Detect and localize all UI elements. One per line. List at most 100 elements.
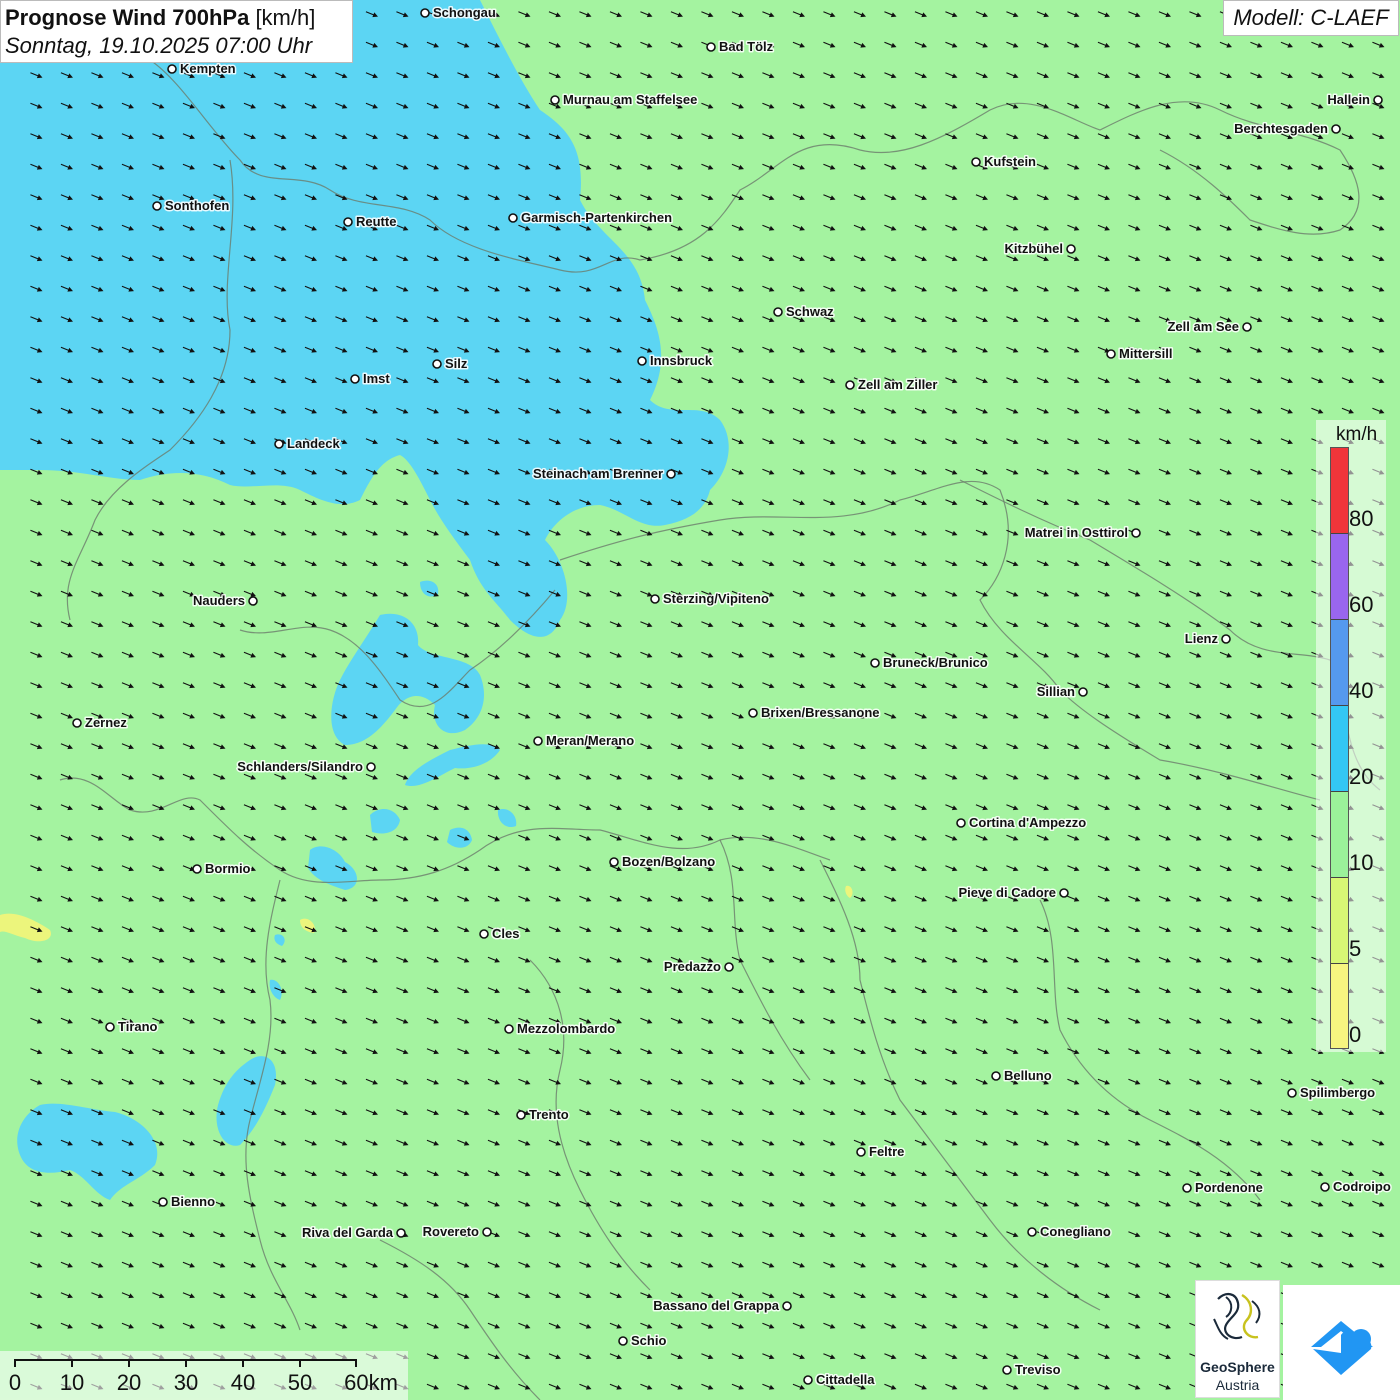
legend-tick-60: 60 [1349,592,1374,617]
city-label: Bruneck/Brunico [883,655,988,670]
city-label: Cittadella [816,1372,875,1387]
city-dot [666,469,676,479]
map-canvas[interactable]: Schongau Bad Tölz Kempten Murnau am Staffel… [0,0,1400,1400]
city-label: Bormio [205,861,251,876]
city-marker-steinach[interactable]: Steinach am Brenner [531,465,676,483]
city-marker-garmisch[interactable]: Garmisch-Partenkirchen [508,209,674,227]
city-dot [1287,1088,1297,1098]
city-label: Sonthofen [165,198,229,213]
city-marker-zell-am-see[interactable]: Zell am See [1166,318,1252,336]
city-marker-mezzolombardo[interactable]: Mezzolombardo [504,1020,617,1038]
city-dot [1131,528,1141,538]
app-logo-icon [1311,1321,1373,1375]
city-label: Schwaz [786,304,834,319]
city-label: Pieve di Cadore [958,885,1056,900]
city-label: Kitzbühel [1005,241,1064,256]
city-dot [343,217,353,227]
city-marker-conegliano[interactable]: Conegliano [1027,1223,1112,1241]
city-label: Zell am See [1167,319,1239,334]
city-dot [650,594,660,604]
city-marker-zell-am-ziller[interactable]: Zell am Ziller [845,376,939,394]
city-label: Feltre [869,1144,904,1159]
city-marker-innsbruck[interactable]: Innsbruck [637,352,714,370]
city-label: Mezzolombardo [517,1021,615,1036]
scale-label: 0 [8,1370,22,1395]
title-unit: [km/h] [255,5,316,30]
city-label: Mittersill [1119,346,1172,361]
city-dot [724,962,734,972]
city-label: Predazzo [664,959,721,974]
city-dot [782,1301,792,1311]
city-label: Landeck [287,436,341,451]
scale-tick [71,1359,73,1367]
city-label: Nauders [193,593,245,608]
city-marker-bozen[interactable]: Bozen/Bolzano [609,853,717,871]
city-label: Schlanders/Silandro [237,759,363,774]
scale-tick [355,1359,357,1367]
city-dot [479,929,489,939]
city-marker-cortina[interactable]: Cortina d'Ampezzo [956,814,1088,832]
geosphere-emblem-icon [1213,1293,1261,1340]
city-label: Silz [445,356,468,371]
city-marker-murnau[interactable]: Murnau am Staffelsee [550,91,699,109]
city-label: Tirano [118,1019,158,1034]
city-dot [1320,1182,1330,1192]
scale-label: 30 [173,1370,199,1395]
city-marker-pieve[interactable]: Pieve di Cadore [957,884,1069,902]
city-marker-pordenone[interactable]: Pordenone [1182,1179,1264,1197]
city-marker-meran[interactable]: Meran/Merano [533,732,636,750]
city-label: Zell am Ziller [858,377,937,392]
city-label: Kufstein [984,154,1036,169]
scale-label: 60km [344,1370,398,1395]
city-dot [706,42,716,52]
city-label: Garmisch-Partenkirchen [521,210,672,225]
geosphere-name: GeoSphere [1200,1359,1275,1375]
city-label: Hallein [1327,92,1370,107]
city-marker-bassano[interactable]: Bassano del Grappa [652,1297,792,1315]
city-marker-sterzing[interactable]: Sterzing/Vipiteno [650,590,770,608]
city-label: Innsbruck [650,353,713,368]
legend-seg-20-40 [1331,706,1348,792]
city-marker-schongau[interactable]: Schongau [420,4,497,22]
city-dot [274,439,284,449]
city-label: Zernez [85,715,127,730]
model-label: Modell: C-LAEF [1223,0,1399,36]
city-dot [482,1227,492,1237]
wind-forecast-map[interactable]: Schongau Bad Tölz Kempten Murnau am Staffel… [0,0,1400,1400]
scale-label: 10 [59,1370,85,1395]
app-logo[interactable] [1283,1285,1400,1400]
city-dot [845,380,855,390]
city-marker-spilimbergo[interactable]: Spilimbergo [1287,1084,1377,1102]
title-main: Prognose Wind 700hPa [5,5,250,30]
forecast-time: Sonntag, 19.10.2025 07:00 Uhr [5,33,313,58]
city-label: Schongau [433,5,496,20]
city-dot [152,201,162,211]
city-dot [637,356,647,366]
city-dot [158,1197,168,1207]
city-label: Treviso [1015,1362,1061,1377]
city-label: Reutte [356,214,396,229]
city-label: Bad Tölz [719,39,774,54]
legend-tick-5: 5 [1349,936,1362,961]
city-dot [1066,244,1076,254]
city-dot [1331,124,1341,134]
geosphere-logo[interactable]: GeoSphere Austria [1195,1280,1280,1398]
city-marker-matrei[interactable]: Matrei in Osttirol [1023,524,1141,542]
city-marker-bruneck[interactable]: Bruneck/Brunico [870,654,989,672]
city-dot [248,596,258,606]
city-label: Meran/Merano [546,733,634,748]
city-label: Conegliano [1040,1224,1111,1239]
city-dot [1002,1365,1012,1375]
city-marker-schlanders[interactable]: Schlanders/Silandro [236,758,376,776]
title-box: Prognose Wind 700hPa [km/h] Sonntag, 19.… [0,0,353,63]
legend-seg-5-10 [1331,878,1348,964]
city-dot [773,307,783,317]
city-marker-sonthofen[interactable]: Sonthofen [152,197,231,215]
city-label: Kempten [180,61,236,76]
city-marker-riva[interactable]: Riva del Garda [300,1224,406,1242]
city-dot [1242,322,1252,332]
city-label: Cles [492,926,519,941]
city-dot [1027,1227,1037,1237]
city-marker-brixen[interactable]: Brixen/Bressanone [748,704,881,722]
city-marker-berchtesgaden[interactable]: Berchtesgaden [1233,120,1341,138]
